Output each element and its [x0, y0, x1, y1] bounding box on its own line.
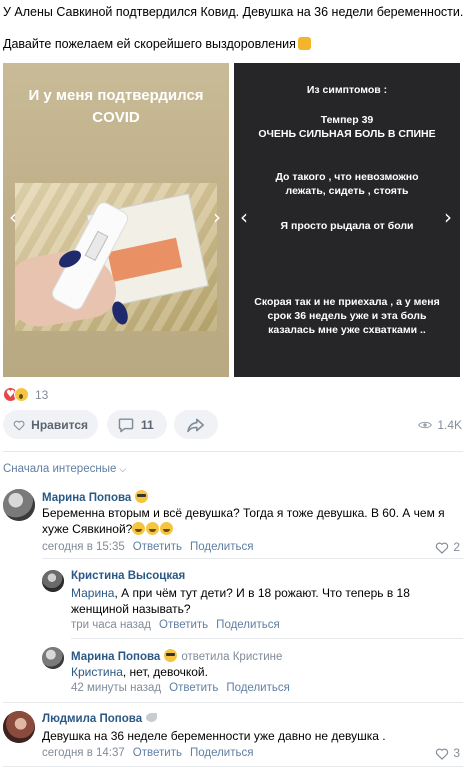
- laughing-emoji-icon: [132, 522, 146, 535]
- story-right-line-6: Я просто рыдала от боли: [280, 220, 414, 232]
- comment-meta: сегодня в 15:35 Ответить Поделиться: [42, 541, 253, 553]
- comment-meta: сегодня в 14:37 Ответить Поделиться: [42, 747, 253, 759]
- comment-author[interactable]: Марина Попова ответила Кристине: [71, 649, 282, 663]
- story-right-next-arrow[interactable]: ›: [444, 207, 452, 227]
- reactions-summary[interactable]: ♥ 13: [3, 387, 48, 402]
- comment-like-count: 2: [453, 540, 460, 554]
- comment-text: Беременна вторым и всё девушка? Тогда я …: [42, 505, 457, 537]
- comment-text-line-2-text: хуже Сявкиной?: [42, 522, 133, 536]
- story-image-right[interactable]: Из симптомов : Темпер 39 ОЧЕНЬ СИЛЬНАЯ Б…: [234, 63, 460, 377]
- sort-label: Сначала интересные: [3, 463, 117, 475]
- views-counter: 1.4K: [418, 418, 462, 432]
- comment-author[interactable]: Людмила Попова: [42, 713, 158, 725]
- heart-outline-icon: [436, 542, 449, 554]
- story-image-left[interactable]: И у меня подтвердился COVID ‹ ›: [3, 63, 229, 377]
- story-right-line-7: Скорая так и не приехала , а у меня: [254, 296, 440, 308]
- comment-author-name: Людмила Попова: [42, 713, 143, 725]
- comment-text-line-1: Марина, А при чём тут дети? И в 18 рожаю…: [71, 585, 459, 601]
- wow-reaction-icon: [14, 387, 29, 402]
- comment-icon: [118, 417, 134, 432]
- divider: [3, 451, 463, 452]
- post-text-line-1: У Алены Савкиной подтвердился Ковид. Дев…: [3, 5, 464, 19]
- covid-test-photo: [15, 183, 217, 331]
- like-button-label: Нравится: [31, 417, 88, 432]
- heart-outline-icon: [436, 748, 449, 760]
- like-button[interactable]: Нравится: [3, 410, 98, 439]
- reply-button[interactable]: Ответить: [169, 682, 218, 694]
- story-right-line-2: Темпер 39: [320, 114, 374, 126]
- laughing-emoji-icon: [146, 522, 160, 535]
- reply-button[interactable]: Ответить: [133, 541, 182, 553]
- views-count: 1.4K: [437, 418, 462, 432]
- story-right-line-4: До такого , что невозможно: [275, 171, 419, 183]
- chevron-down-icon: ⌵: [119, 465, 127, 475]
- share-icon: [187, 418, 205, 432]
- story-left-next-arrow[interactable]: ›: [213, 207, 221, 227]
- avatar[interactable]: [42, 647, 64, 669]
- share-comment-button[interactable]: Поделиться: [226, 682, 290, 694]
- comment-text-line-2: хуже Сявкиной?: [42, 521, 457, 537]
- share-comment-button[interactable]: Поделиться: [190, 541, 254, 553]
- post-text-line-2: Давайте пожелаем ей скорейшего выздоровл…: [3, 36, 465, 52]
- comment-author[interactable]: Марина Попова: [42, 490, 149, 504]
- story-right-line-5: лежать, сидеть , стоять: [285, 185, 409, 197]
- story-right-line-1: Из симптомов :: [306, 84, 388, 96]
- heart-outline-icon: [13, 420, 25, 431]
- comment-time[interactable]: сегодня в 15:35: [42, 541, 125, 553]
- divider: [3, 702, 463, 703]
- sunglasses-emoji-icon: [164, 649, 178, 662]
- comment-count: 11: [141, 417, 154, 432]
- avatar[interactable]: [3, 489, 35, 521]
- laughing-emoji-icon: [160, 522, 174, 535]
- comment-meta: 42 минуты назад Ответить Поделиться: [71, 682, 290, 694]
- pray-emoji-icon: [297, 37, 311, 50]
- eye-icon: [418, 421, 433, 429]
- comment-author-name: Марина Попова: [71, 651, 161, 663]
- share-button[interactable]: [174, 410, 218, 439]
- story-right-line-8: срок 36 недель уже и эта боль: [267, 310, 427, 322]
- comment-text: Девушка на 36 неделе беременности уже да…: [42, 729, 386, 743]
- comment-button[interactable]: 11: [107, 410, 167, 439]
- post-text: У Алены Савкиной подтвердился Ковид. Дев…: [3, 4, 465, 68]
- story-right-line-3: ОЧЕНЬ СИЛЬНАЯ БОЛЬ В СПИНЕ: [258, 128, 436, 140]
- post-text-line-2-text: Давайте пожелаем ей скорейшего выздоровл…: [3, 37, 296, 51]
- comments-sort-dropdown[interactable]: Сначала интересные ⌵: [3, 463, 126, 475]
- avatar[interactable]: [42, 570, 64, 592]
- comment-text-line-2: женщиной называть?: [71, 602, 191, 616]
- comment-time[interactable]: три часа назад: [71, 619, 151, 631]
- comment-like-button[interactable]: 3: [435, 746, 460, 760]
- comment-author-name: Марина Попова: [42, 492, 132, 504]
- comment-like-button[interactable]: 2: [435, 540, 460, 554]
- replied-to-link[interactable]: ответила Кристине: [181, 651, 282, 663]
- sunglasses-emoji-icon: [135, 490, 149, 503]
- comment-like-count: 3: [453, 746, 460, 760]
- comment-time[interactable]: 42 минуты назад: [71, 682, 161, 694]
- share-comment-button[interactable]: Поделиться: [190, 747, 254, 759]
- story-right-prev-arrow[interactable]: ‹: [240, 207, 248, 227]
- story-left-title-line-1: И у меня подтвердился: [28, 87, 204, 104]
- mention-link[interactable]: Марина: [71, 586, 114, 600]
- story-left-prev-arrow[interactable]: ‹: [9, 207, 17, 227]
- comment-meta: три часа назад Ответить Поделиться: [71, 619, 280, 631]
- comment-text: Марина, А при чём тут дети? И в 18 рожаю…: [71, 585, 459, 617]
- comment-author[interactable]: Кристина Высоцкая: [71, 570, 185, 582]
- divider: [42, 558, 463, 559]
- avatar[interactable]: [3, 711, 35, 743]
- comment-text: Кристина, нет, девочкой.: [71, 664, 459, 680]
- reply-button[interactable]: Ответить: [159, 619, 208, 631]
- story-right-line-9: казалась мне уже схватками ..: [268, 324, 426, 336]
- reply-button[interactable]: Ответить: [133, 747, 182, 759]
- comment-text-line-1-text: , А при чём тут дети? И в 18 рожают. Что…: [114, 586, 410, 600]
- divider: [3, 766, 463, 767]
- divider: [71, 638, 463, 639]
- share-comment-button[interactable]: Поделиться: [216, 619, 280, 631]
- mention-link[interactable]: Кристина: [71, 665, 123, 679]
- reactions-count: 13: [35, 387, 49, 402]
- comment-text-line-1: Беременна вторым и всё девушка? Тогда я …: [42, 506, 445, 520]
- comment-text-body: , нет, девочкой.: [122, 665, 208, 679]
- dove-icon: [146, 713, 158, 722]
- comment-time[interactable]: сегодня в 14:37: [42, 747, 125, 759]
- story-left-title-line-2: COVID: [92, 109, 140, 126]
